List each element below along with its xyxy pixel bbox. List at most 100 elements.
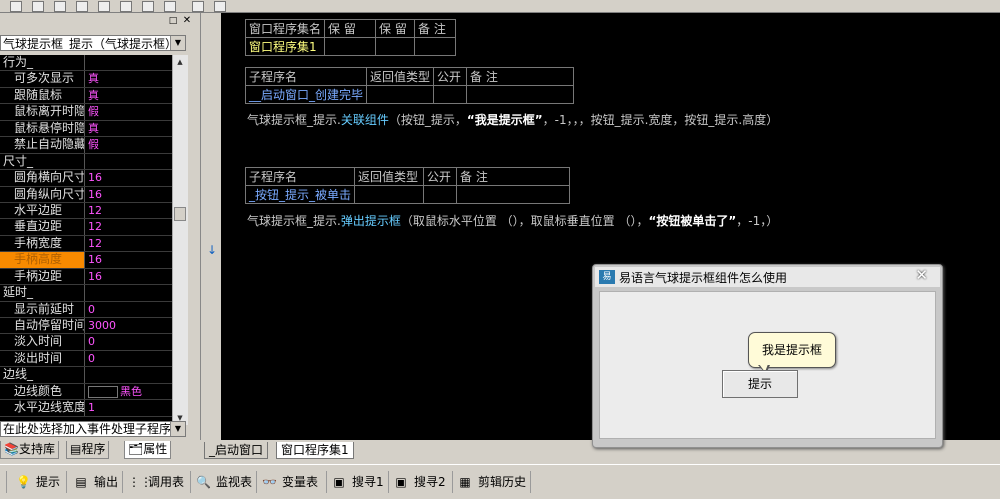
editor-gutter: ↓ — [200, 13, 222, 440]
toolbar-icon[interactable] — [142, 1, 154, 12]
tab-search-1[interactable]: ▣ 搜寻1 — [332, 473, 384, 491]
property-row[interactable]: 跟随鼠标真 — [0, 87, 172, 105]
table-cell[interactable] — [423, 185, 458, 204]
toolbar-icon[interactable] — [54, 1, 66, 12]
window-titlebar[interactable]: 易 易语言气球提示框组件怎么使用 ✕ — [595, 266, 940, 287]
scroll-thumb[interactable] — [174, 207, 186, 221]
property-value — [88, 154, 172, 169]
property-value[interactable]: 假 — [88, 137, 172, 152]
code-line-1[interactable]: 气球提示框_提示.关联组件（按钮_提示，“我是提示框”，-1，，，按钮_提示.宽… — [247, 111, 778, 128]
scroll-up-icon[interactable]: ▲ — [174, 56, 186, 68]
property-value[interactable]: 黑色 — [88, 384, 172, 399]
chevron-down-icon[interactable]: ▼ — [170, 422, 185, 436]
property-value[interactable]: 假 — [88, 104, 172, 119]
property-row[interactable]: 垂直边距 12 — [0, 219, 172, 236]
property-row[interactable]: 圆角纵向尺寸 16 — [0, 186, 172, 203]
property-row[interactable]: 水平边线宽度 1 — [0, 400, 172, 417]
property-value[interactable]: 16 — [88, 170, 172, 185]
search-list-icon: ▣ — [333, 475, 345, 489]
property-row[interactable]: 显示前延时 0 — [0, 301, 172, 318]
chevron-down-icon[interactable]: ▼ — [170, 36, 185, 50]
event-selector[interactable]: 在此处选择加入事件处理子程序 ▼ — [0, 421, 186, 437]
table-cell[interactable] — [414, 37, 457, 56]
tab-startup-window[interactable]: _启动窗口 — [204, 442, 269, 459]
color-swatch — [88, 385, 118, 398]
toolbar-icon[interactable] — [76, 1, 88, 12]
property-value[interactable]: 3000 — [88, 318, 172, 333]
tab-window-assembly[interactable]: 窗口程序集1 — [276, 442, 354, 459]
property-value[interactable]: 0 — [88, 334, 172, 349]
tab-properties[interactable]: 🗂属性 — [124, 441, 172, 459]
property-row[interactable]: 自动停留时间 3000 — [0, 318, 172, 335]
close-icon[interactable]: ✕ — [915, 266, 928, 284]
table-cell[interactable] — [324, 37, 377, 56]
property-row[interactable]: 边线_ — [0, 367, 172, 384]
tab-hint[interactable]: 💡 提示 — [16, 473, 60, 491]
toolbar-icon[interactable] — [98, 1, 110, 12]
hint-button[interactable]: 提示 — [722, 370, 798, 398]
property-value[interactable]: 16 — [88, 187, 172, 202]
toolbar-icon[interactable] — [164, 1, 176, 12]
property-value[interactable]: 0 — [88, 351, 172, 366]
tab-program[interactable]: ▤程序 — [66, 441, 110, 459]
property-row[interactable]: 延时_ — [0, 285, 172, 302]
property-scrollbar[interactable]: ▲ ▼ — [172, 55, 188, 425]
table-cell[interactable]: _按钮_提示_被单击 — [244, 185, 356, 204]
left-panel-tabs: 📚支持库 ▤程序 🗂属性 — [0, 441, 198, 459]
table-header: 子程序名 — [244, 167, 356, 186]
pin-icon[interactable]: □ — [168, 16, 178, 26]
property-row[interactable]: 鼠标离开时隐假 — [0, 104, 172, 121]
property-row[interactable]: 尺寸_ — [0, 153, 172, 171]
property-value[interactable]: 1 — [88, 400, 172, 415]
property-row[interactable]: 手柄边距 16 — [0, 268, 172, 286]
property-name: 圆角纵向尺寸 — [0, 186, 85, 202]
property-row[interactable]: 手柄高度 16 — [0, 252, 172, 269]
property-row[interactable]: 圆角横向尺寸 16 — [0, 170, 172, 187]
table-cell[interactable] — [466, 85, 575, 104]
tab-variable-table[interactable]: 👓 变量表 — [262, 473, 318, 491]
property-row[interactable]: 边线颜色 黑色 — [0, 383, 172, 401]
property-value[interactable]: 真 — [88, 88, 172, 103]
toolbar-icon[interactable] — [192, 1, 204, 12]
toolbar-icon[interactable] — [10, 1, 22, 12]
property-row[interactable]: 行为_ — [0, 55, 172, 72]
property-value[interactable]: 12 — [88, 236, 172, 251]
table-cell[interactable] — [456, 185, 571, 204]
app-icon: 易 — [599, 270, 615, 284]
property-value[interactable]: 0 — [88, 302, 172, 317]
toolbar-label: 搜寻1 — [352, 475, 384, 489]
table-header: 保 留 — [375, 19, 416, 38]
object-selector[interactable]: 气球提示框_提示（气球提示框） ▼ — [0, 35, 186, 51]
property-value[interactable]: 16 — [88, 252, 172, 267]
tab-support-library[interactable]: 📚支持库 — [0, 441, 59, 459]
property-row[interactable]: 禁止自动隐藏假 — [0, 137, 172, 154]
table-cell[interactable]: __启动窗口_创建完毕 — [244, 85, 368, 104]
property-row[interactable]: 鼠标悬停时隐真 — [0, 120, 172, 138]
property-value[interactable]: 12 — [88, 203, 172, 218]
property-value[interactable]: 16 — [88, 269, 172, 284]
property-row[interactable]: 水平边距 12 — [0, 202, 172, 220]
property-value[interactable]: 12 — [88, 219, 172, 234]
table-cell[interactable]: 窗口程序集1 — [244, 37, 326, 56]
tab-clip-history[interactable]: ▦ 剪辑历史 — [458, 473, 526, 491]
tab-search-2[interactable]: ▣ 搜寻2 — [394, 473, 445, 491]
property-value[interactable]: 真 — [88, 121, 172, 136]
table-cell[interactable] — [375, 37, 416, 56]
close-icon[interactable]: ✕ — [182, 16, 192, 26]
property-row[interactable]: 淡出时间 0 — [0, 350, 172, 368]
code-line-2[interactable]: 气球提示框_提示.弹出提示框（取鼠标水平位置 （），取鼠标垂直位置 （），“按钮… — [247, 212, 778, 229]
tab-output[interactable]: ▤ 输出 — [74, 473, 118, 491]
tab-label: 支持库 — [18, 442, 55, 456]
table-cell[interactable] — [433, 85, 468, 104]
tab-watch-table[interactable]: 🔍 监视表 — [196, 473, 252, 491]
toolbar-icon[interactable] — [120, 1, 132, 12]
property-row[interactable]: 可多次显示真 — [0, 71, 172, 88]
table-cell[interactable] — [366, 85, 435, 104]
toolbar-icon[interactable] — [32, 1, 44, 12]
property-row[interactable]: 手柄宽度 12 — [0, 235, 172, 253]
property-value[interactable]: 真 — [88, 71, 172, 86]
tab-call-table[interactable]: ⋮⋮调用表 — [128, 473, 184, 491]
property-row[interactable]: 淡入时间 0 — [0, 334, 172, 351]
table-cell[interactable] — [354, 185, 425, 204]
toolbar-icon[interactable] — [214, 1, 226, 12]
